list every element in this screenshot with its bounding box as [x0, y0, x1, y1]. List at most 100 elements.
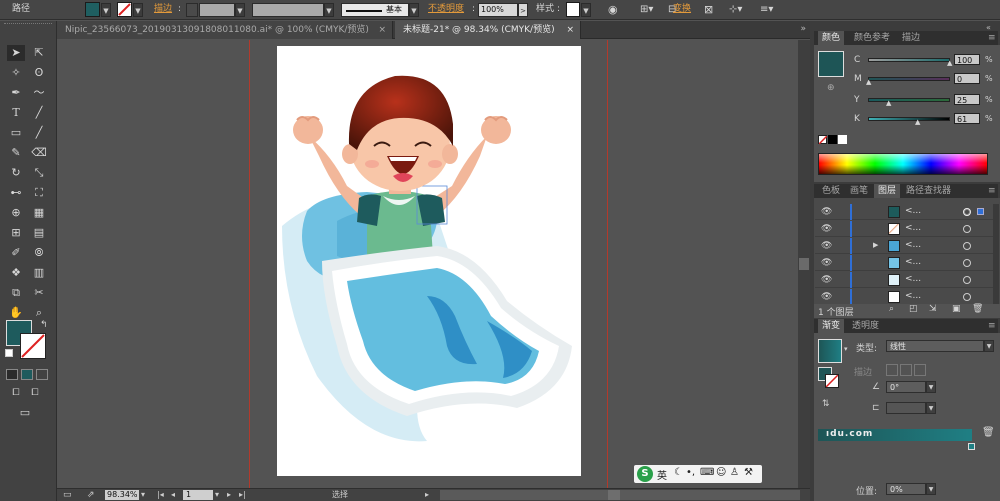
horizontal-scroll-thumb[interactable]	[608, 490, 620, 500]
black-color-icon[interactable]	[828, 135, 837, 144]
keyboard-icon[interactable]: ⌨	[700, 467, 714, 478]
stroke-weight-input[interactable]	[199, 3, 235, 17]
aspect-dropdown-icon[interactable]: ▼	[926, 402, 936, 414]
gradient-stop-icon[interactable]	[968, 443, 975, 450]
panel-menu-icon[interactable]: ≡	[984, 184, 1000, 198]
none-color-icon[interactable]	[818, 135, 828, 145]
stroke-swatch[interactable]	[20, 333, 46, 359]
isolate-icon[interactable]: ⊠	[704, 2, 713, 17]
next-artboard-icon[interactable]: ▸	[227, 489, 231, 501]
transform-label[interactable]: 变换	[673, 2, 691, 17]
boy-in-bed-illustration[interactable]	[277, 46, 581, 476]
tab-layers[interactable]: 图层	[874, 184, 901, 198]
locate-object-icon[interactable]: ⌕	[889, 304, 894, 314]
gradient-slider[interactable]: ıdu.com	[818, 429, 972, 441]
tools-icon[interactable]: ⚒	[744, 467, 753, 478]
close-icon[interactable]: ×	[378, 21, 386, 39]
layer-row[interactable]: 👁 <...	[815, 221, 995, 237]
type-tool-icon[interactable]: T	[7, 105, 25, 121]
target-circle-icon[interactable]	[963, 293, 971, 301]
curvature-tool-icon[interactable]: 〜	[30, 85, 48, 101]
new-sublayer-icon[interactable]: ⇲	[929, 304, 937, 314]
gradient-preview-swatch[interactable]	[818, 339, 842, 363]
target-circle-icon[interactable]	[963, 208, 971, 216]
target-circle-icon[interactable]	[963, 259, 971, 267]
prev-artboard-icon[interactable]: ◂	[171, 489, 175, 501]
opacity-dropdown-icon[interactable]: >	[518, 3, 528, 17]
slice-tool-icon[interactable]: ✂	[30, 285, 48, 301]
clipping-mask-icon[interactable]: ◰	[909, 304, 918, 314]
tab-brushes[interactable]: 画笔	[846, 184, 872, 198]
screen-mode-icon[interactable]: ▭	[16, 405, 34, 421]
layers-scrollbar[interactable]	[993, 204, 999, 304]
tab-document-2[interactable]: 未标题-21* @ 98.34% (CMYK/预览) ×	[395, 21, 581, 39]
stroke-weight-stepper[interactable]	[186, 3, 198, 17]
recolor-icon[interactable]: ◉	[608, 2, 618, 17]
layer-row[interactable]: 👁 <...	[815, 272, 995, 288]
new-layer-icon[interactable]: ▣	[952, 304, 961, 314]
stroke-gradient-option-3[interactable]	[914, 364, 926, 376]
style-swatch[interactable]	[566, 2, 580, 17]
channel-k-slider[interactable]	[868, 117, 950, 121]
vertical-scroll-thumb[interactable]	[799, 258, 809, 270]
target-circle-icon[interactable]	[963, 242, 971, 250]
stroke-none-swatch[interactable]	[117, 2, 132, 17]
gradient-mode-icon[interactable]	[21, 369, 33, 380]
visibility-eye-icon[interactable]: 👁	[821, 207, 832, 217]
visibility-eye-icon[interactable]: 👁	[821, 241, 832, 251]
toolbar-grip[interactable]	[4, 23, 52, 26]
shape-builder-tool-icon[interactable]: ⊕	[7, 205, 25, 221]
zoom-input[interactable]: 98.34%	[105, 490, 139, 500]
visibility-eye-icon[interactable]: 👁	[821, 258, 832, 268]
lasso-tool-icon[interactable]: ʘ	[30, 65, 48, 81]
channel-m-input[interactable]: 0	[954, 73, 980, 84]
fill-color-swatch[interactable]	[85, 2, 100, 17]
gradient-dropdown-icon[interactable]: ▾	[844, 345, 848, 353]
punctuation-icon[interactable]: •,	[686, 467, 695, 478]
stroke-weight-dropdown-icon[interactable]: ▼	[235, 3, 245, 17]
style-dropdown-icon[interactable]: ▼	[581, 3, 591, 17]
moon-icon[interactable]: ☾	[674, 467, 683, 478]
tab-transparency[interactable]: 透明度	[848, 319, 883, 333]
hand-tool-icon[interactable]: ✋	[7, 305, 25, 321]
color-spectrum-bar[interactable]	[818, 153, 988, 175]
width-tool-icon[interactable]: ⊷	[7, 185, 25, 201]
layer-name[interactable]: <...	[905, 240, 921, 250]
channel-k-input[interactable]: 61	[954, 113, 980, 124]
swap-fill-stroke-icon[interactable]: ↰	[40, 320, 48, 330]
rectangle-tool-icon[interactable]: ▭	[7, 125, 25, 141]
artboard-dropdown-icon[interactable]: ▾	[215, 489, 219, 501]
variable-width-field[interactable]	[252, 3, 324, 17]
artboard-tool-icon[interactable]: ⧉	[7, 285, 25, 301]
first-artboard-icon[interactable]: |◂	[157, 489, 164, 501]
tab-color[interactable]: 颜色	[818, 31, 845, 45]
scale-tool-icon[interactable]: ⤡	[30, 165, 48, 181]
magic-wand-tool-icon[interactable]: ✧	[7, 65, 25, 81]
channel-y-input[interactable]: 25	[954, 94, 980, 105]
eraser-tool-icon[interactable]: ⌫	[30, 145, 48, 161]
layer-row[interactable]: 👁 ▶ <...	[815, 238, 995, 254]
tab-overflow-icon[interactable]: »	[800, 24, 806, 34]
channel-m-slider[interactable]	[868, 77, 950, 81]
paintbrush-tool-icon[interactable]: ╱	[30, 125, 48, 141]
direct-selection-tool-icon[interactable]: ⇱	[30, 45, 48, 61]
panel-options-icon[interactable]: ⊹▾	[729, 2, 742, 17]
channel-c-input[interactable]: 100	[954, 54, 980, 65]
status-menu-icon[interactable]: ▸	[425, 489, 429, 501]
align-icon[interactable]: ⊞▾	[640, 2, 653, 17]
out-of-gamut-icon[interactable]: ⊕	[827, 83, 835, 93]
draw-mode-icon[interactable]: ⧠	[7, 385, 25, 401]
layer-row[interactable]: 👁 <...	[815, 289, 995, 305]
selected-art-icon[interactable]	[977, 208, 984, 215]
visibility-eye-icon[interactable]: 👁	[821, 224, 832, 234]
selection-tool-icon[interactable]: ➤	[7, 45, 25, 61]
gradient-tool-icon[interactable]: ▤	[30, 225, 48, 241]
delete-layer-icon[interactable]: 🗑	[972, 304, 983, 314]
stroke-gradient-option-2[interactable]	[900, 364, 912, 376]
brush-dropdown-icon[interactable]: ▼	[409, 3, 419, 17]
target-circle-icon[interactable]	[963, 276, 971, 284]
default-colors-icon[interactable]	[5, 349, 13, 357]
expand-arrow-icon[interactable]: ▶	[873, 241, 878, 249]
channel-m-handle-icon[interactable]: ▲	[866, 78, 871, 86]
target-circle-icon[interactable]	[963, 225, 971, 233]
